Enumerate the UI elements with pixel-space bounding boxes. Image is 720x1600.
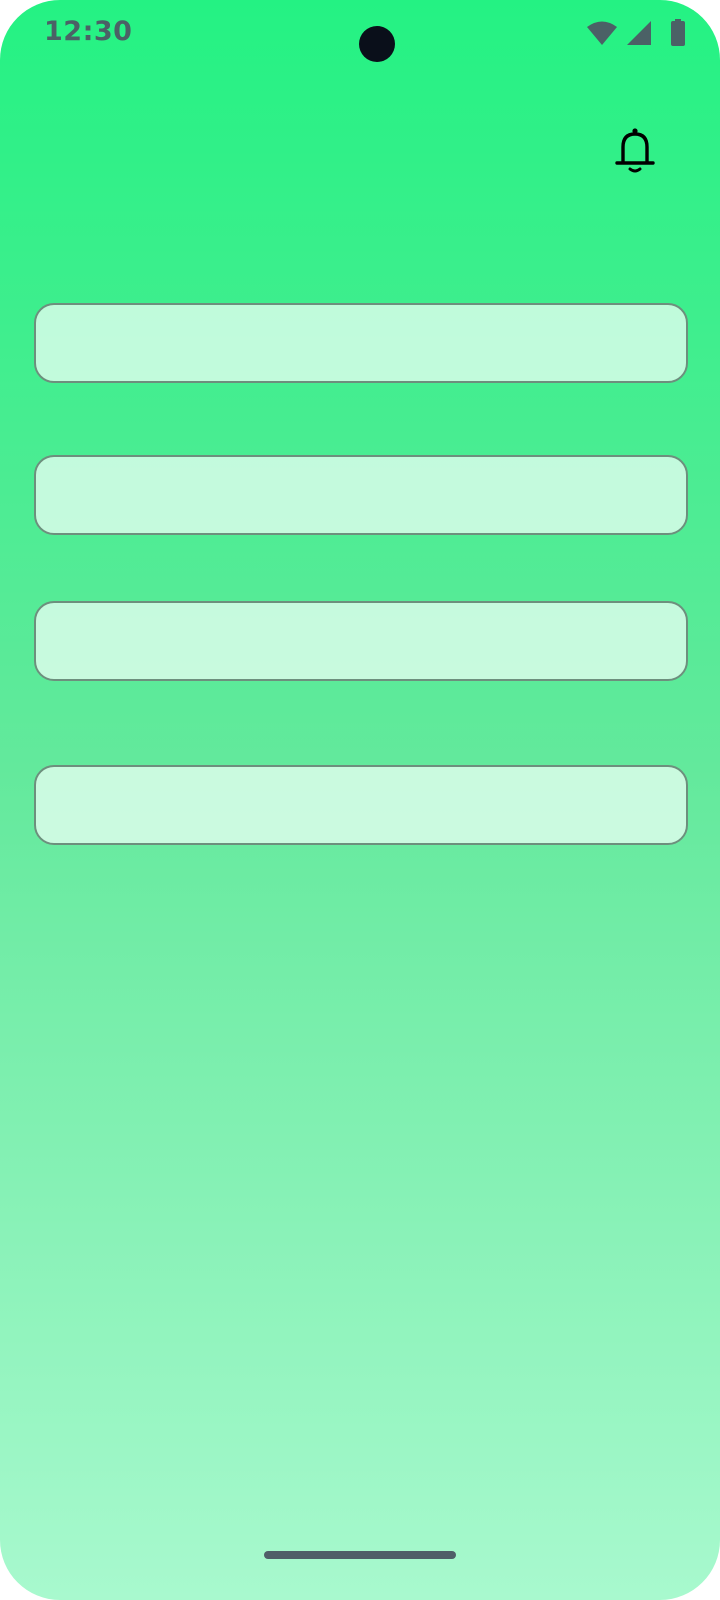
home-indicator[interactable] xyxy=(264,1551,456,1559)
battery-icon xyxy=(671,19,685,46)
input-field-4[interactable] xyxy=(34,765,688,845)
input-field-2[interactable] xyxy=(34,455,688,535)
status-bar: 12:30 xyxy=(0,0,720,72)
app-screen: 12:30 xyxy=(0,0,720,1600)
bell-icon xyxy=(615,128,655,173)
notifications-button[interactable] xyxy=(610,124,660,178)
cellular-signal-icon xyxy=(627,21,651,45)
input-field-1[interactable] xyxy=(34,303,688,383)
input-field-3[interactable] xyxy=(34,601,688,681)
status-time: 12:30 xyxy=(44,16,133,47)
camera-cutout xyxy=(359,26,395,62)
wifi-icon xyxy=(587,21,617,45)
